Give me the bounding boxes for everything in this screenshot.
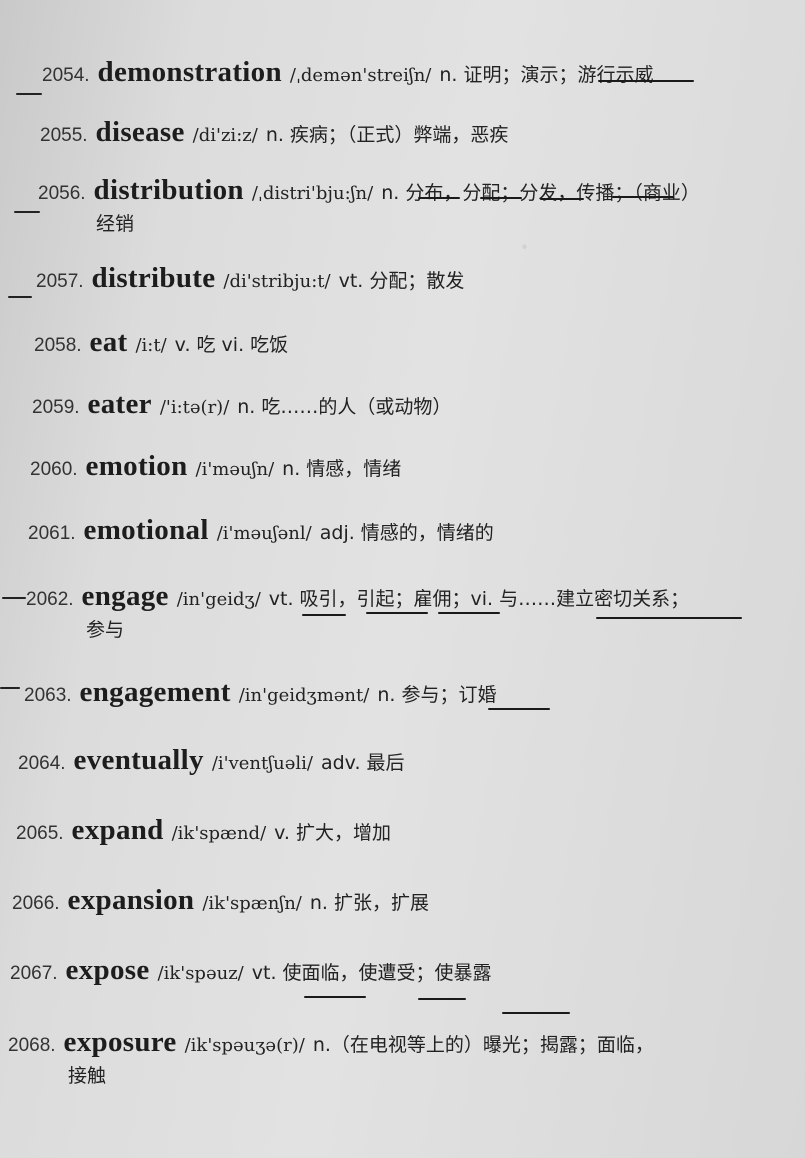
entry-word: engagement <box>79 676 231 708</box>
entry-phonetic: /i'məuʃn/ <box>195 459 275 480</box>
entry-number: 2059. <box>32 397 80 418</box>
entry-definition: n. 分布，分配；分发，传播；（商业） <box>381 182 700 204</box>
vocab-entry: 2057. distribute /di'stribju:t/ vt. 分配；散… <box>0 262 805 295</box>
entry-word: engage <box>81 580 169 612</box>
entry-number: 2065. <box>16 823 64 844</box>
vocab-entry: 2055. disease /di'zi:z/ n. 疾病；（正式）弊端，恶疾 <box>0 116 805 149</box>
entry-number: 2056. <box>38 183 86 204</box>
entry-word: eventually <box>73 744 204 776</box>
entry-definition: n. 参与；订婚 <box>377 684 497 706</box>
vocab-entry: 2067. expose /ik'spəuz/ vt. 使面临，使遭受；使暴露 <box>0 954 805 987</box>
entry-definition: n. 疾病；（正式）弊端，恶疾 <box>265 124 509 146</box>
entry-phonetic: /ik'spænʃn/ <box>202 893 302 914</box>
entry-number: 2054. <box>42 65 90 86</box>
entry-definition: n.（在电视等上的）曝光；揭露；面临， <box>312 1034 654 1056</box>
entry-phonetic: /i'ventʃuəli/ <box>211 753 313 774</box>
margin-dash-mark <box>14 211 40 213</box>
entry-phonetic: /di'stribju:t/ <box>223 271 331 292</box>
pen-underline <box>596 617 742 619</box>
entry-definition: v. 吃 vi. 吃饭 <box>174 334 289 356</box>
entry-definition: n. 情感，情绪 <box>282 458 402 480</box>
entry-definition-continued: 参与 <box>86 619 125 641</box>
entry-word: expose <box>65 954 150 986</box>
entry-definition-continued: 经销 <box>96 213 135 235</box>
entry-phonetic: /ik'spəuz/ <box>157 963 244 984</box>
entry-number: 2068. <box>8 1035 56 1056</box>
entry-definition: vt. 吸引，引起；雇佣；vi. 与……建立密切关系； <box>268 588 690 610</box>
pen-underline <box>502 1012 570 1014</box>
entry-definition: v. 扩大，增加 <box>274 822 392 844</box>
entry-phonetic: /ˌdemən'streiʃn/ <box>289 65 432 86</box>
entry-number: 2055. <box>40 125 88 146</box>
vocab-entry: 2063. engagement /in'geidʒmənt/ n. 参与；订婚 <box>0 676 805 709</box>
pen-underline <box>598 80 694 82</box>
entry-phonetic: /in'geidʒmənt/ <box>238 685 370 706</box>
entry-word: emotion <box>85 450 188 482</box>
pen-underline <box>480 197 522 199</box>
entry-word: disease <box>95 116 185 148</box>
entry-number: 2058. <box>34 335 82 356</box>
entry-word: distribute <box>91 262 216 294</box>
margin-dash-mark <box>2 597 26 599</box>
entry-definition-continued: 接触 <box>68 1065 107 1087</box>
entry-number: 2061. <box>28 523 76 544</box>
vocab-entry: 2062. engage /in'geidʒ/ vt. 吸引，引起；雇佣；vi.… <box>0 580 805 642</box>
entry-definition: vt. 分配；散发 <box>338 270 465 292</box>
entry-phonetic: /i'məuʃənl/ <box>216 523 312 544</box>
margin-dash-mark <box>16 93 42 95</box>
entry-phonetic: /ˌdistri'bju:ʃn/ <box>251 183 374 204</box>
vocab-entry: 2058. eat /i:t/ v. 吃 vi. 吃饭 <box>0 326 805 359</box>
entry-phonetic: /i:t/ <box>135 335 167 356</box>
dictionary-page: · 2054. demonstration /ˌdemən'streiʃn/ n… <box>0 0 805 1158</box>
entry-word: expand <box>71 814 164 846</box>
entry-phonetic: /in'geidʒ/ <box>176 589 261 610</box>
entry-number: 2057. <box>36 271 84 292</box>
margin-dash-mark <box>8 296 32 298</box>
entry-number: 2060. <box>30 459 78 480</box>
entry-word: exposure <box>63 1026 177 1058</box>
entry-word: expansion <box>67 884 195 916</box>
entry-number: 2067. <box>10 963 58 984</box>
pen-underline <box>438 612 500 614</box>
entry-phonetic: /di'zi:z/ <box>192 125 258 146</box>
entry-definition: adv. 最后 <box>320 752 405 774</box>
vocab-entry: 2064. eventually /i'ventʃuəli/ adv. 最后 <box>0 744 805 777</box>
pen-underline <box>366 612 428 614</box>
entry-definition: n. 证明；演示；游行示威 <box>439 64 654 86</box>
pen-underline <box>540 198 584 200</box>
entry-number: 2063. <box>24 685 72 706</box>
vocab-entry: 2056. distribution /ˌdistri'bju:ʃn/ n. 分… <box>0 174 805 236</box>
pen-underline <box>488 708 550 710</box>
vocab-entry: 2060. emotion /i'məuʃn/ n. 情感，情绪 <box>0 450 805 483</box>
entry-number: 2066. <box>12 893 60 914</box>
entry-phonetic: /ik'spəuʒə(r)/ <box>184 1035 305 1056</box>
vocab-entry: 2068. exposure /ik'spəuʒə(r)/ n.（在电视等上的）… <box>0 1026 805 1088</box>
entry-definition: adj. 情感的，情绪的 <box>319 522 494 544</box>
entry-phonetic: /ik'spænd/ <box>171 823 267 844</box>
pen-underline <box>304 996 366 998</box>
entry-phonetic: /'i:tə(r)/ <box>159 397 230 418</box>
entry-definition: n. 吃……的人（或动物） <box>237 396 452 418</box>
entry-word: emotional <box>83 514 209 546</box>
entry-word: distribution <box>93 174 244 206</box>
pen-underline <box>418 197 460 199</box>
pen-underline <box>418 998 466 1000</box>
entry-definition: n. 扩张，扩展 <box>309 892 429 914</box>
vocab-entry: 2054. demonstration /ˌdemən'streiʃn/ n. … <box>0 56 805 89</box>
entry-number: 2062. <box>26 589 74 610</box>
show-through-text: · <box>520 232 530 262</box>
vocab-entry: 2066. expansion /ik'spænʃn/ n. 扩张，扩展 <box>0 884 805 917</box>
margin-dash-mark <box>0 687 20 689</box>
entry-definition: vt. 使面临，使遭受；使暴露 <box>251 962 492 984</box>
pen-underline <box>302 614 346 616</box>
vocab-entry: 2059. eater /'i:tə(r)/ n. 吃……的人（或动物） <box>0 388 805 421</box>
pen-underline <box>612 196 674 198</box>
entry-word: demonstration <box>97 56 282 88</box>
entry-word: eat <box>89 326 128 358</box>
entry-word: eater <box>87 388 152 420</box>
vocab-entry: 2065. expand /ik'spænd/ v. 扩大，增加 <box>0 814 805 847</box>
vocab-entry: 2061. emotional /i'məuʃənl/ adj. 情感的，情绪的 <box>0 514 805 547</box>
entry-number: 2064. <box>18 753 66 774</box>
